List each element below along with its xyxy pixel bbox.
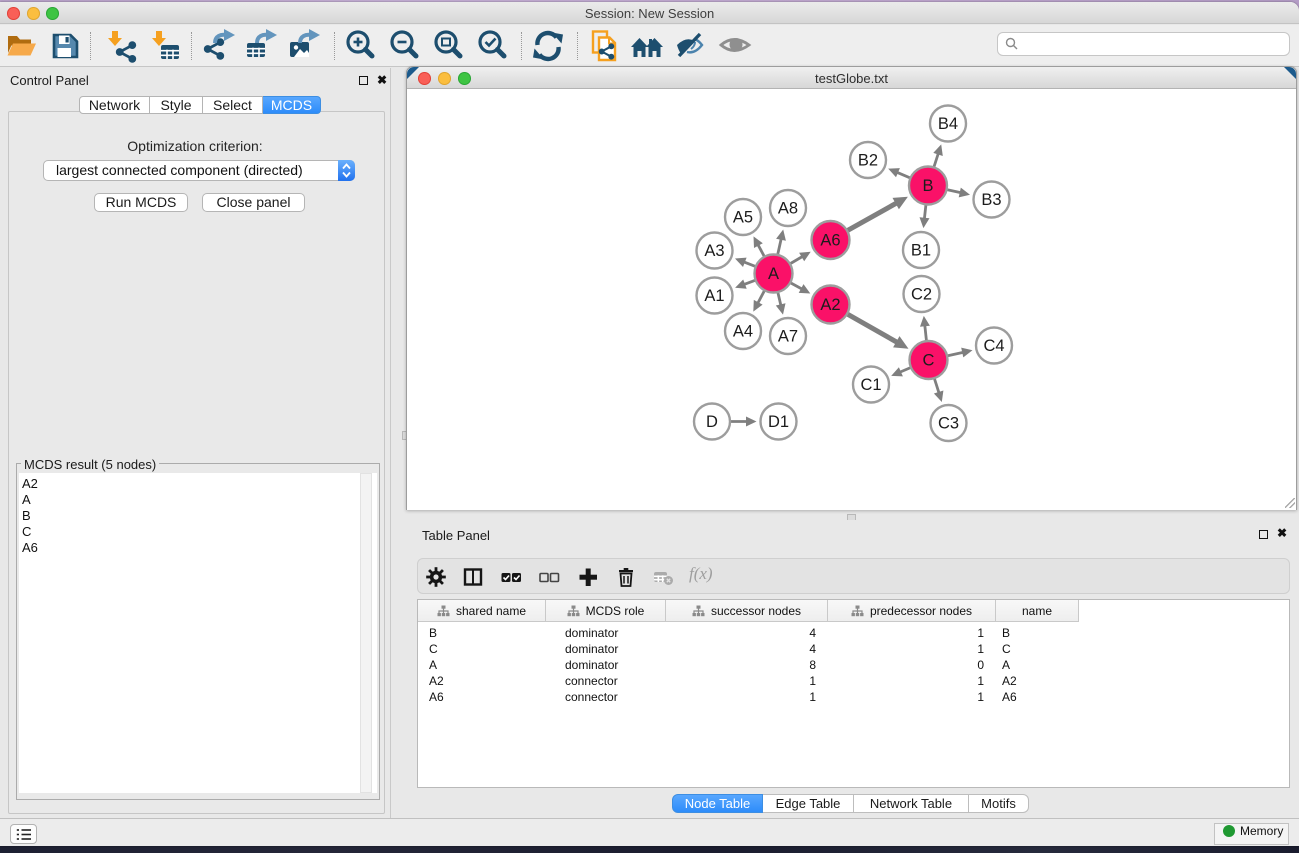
svg-text:D: D: [706, 413, 718, 431]
svg-text:B2: B2: [858, 152, 878, 170]
svg-text:A5: A5: [733, 209, 753, 227]
svg-text:C2: C2: [911, 286, 932, 304]
svg-text:A1: A1: [704, 287, 724, 305]
svg-text:C3: C3: [938, 415, 959, 433]
svg-text:C4: C4: [983, 337, 1004, 355]
svg-text:B4: B4: [938, 115, 958, 133]
svg-text:B: B: [922, 177, 933, 195]
svg-text:D1: D1: [768, 413, 789, 431]
svg-text:B1: B1: [911, 242, 931, 260]
svg-text:A3: A3: [704, 242, 724, 260]
svg-text:A7: A7: [778, 328, 798, 346]
svg-text:A6: A6: [820, 232, 840, 250]
svg-text:A8: A8: [778, 200, 798, 218]
svg-text:C1: C1: [860, 376, 881, 394]
svg-text:A: A: [768, 265, 779, 283]
svg-text:A2: A2: [820, 296, 840, 314]
svg-text:B3: B3: [981, 191, 1001, 209]
svg-text:A4: A4: [733, 323, 753, 341]
svg-text:C: C: [923, 352, 935, 370]
